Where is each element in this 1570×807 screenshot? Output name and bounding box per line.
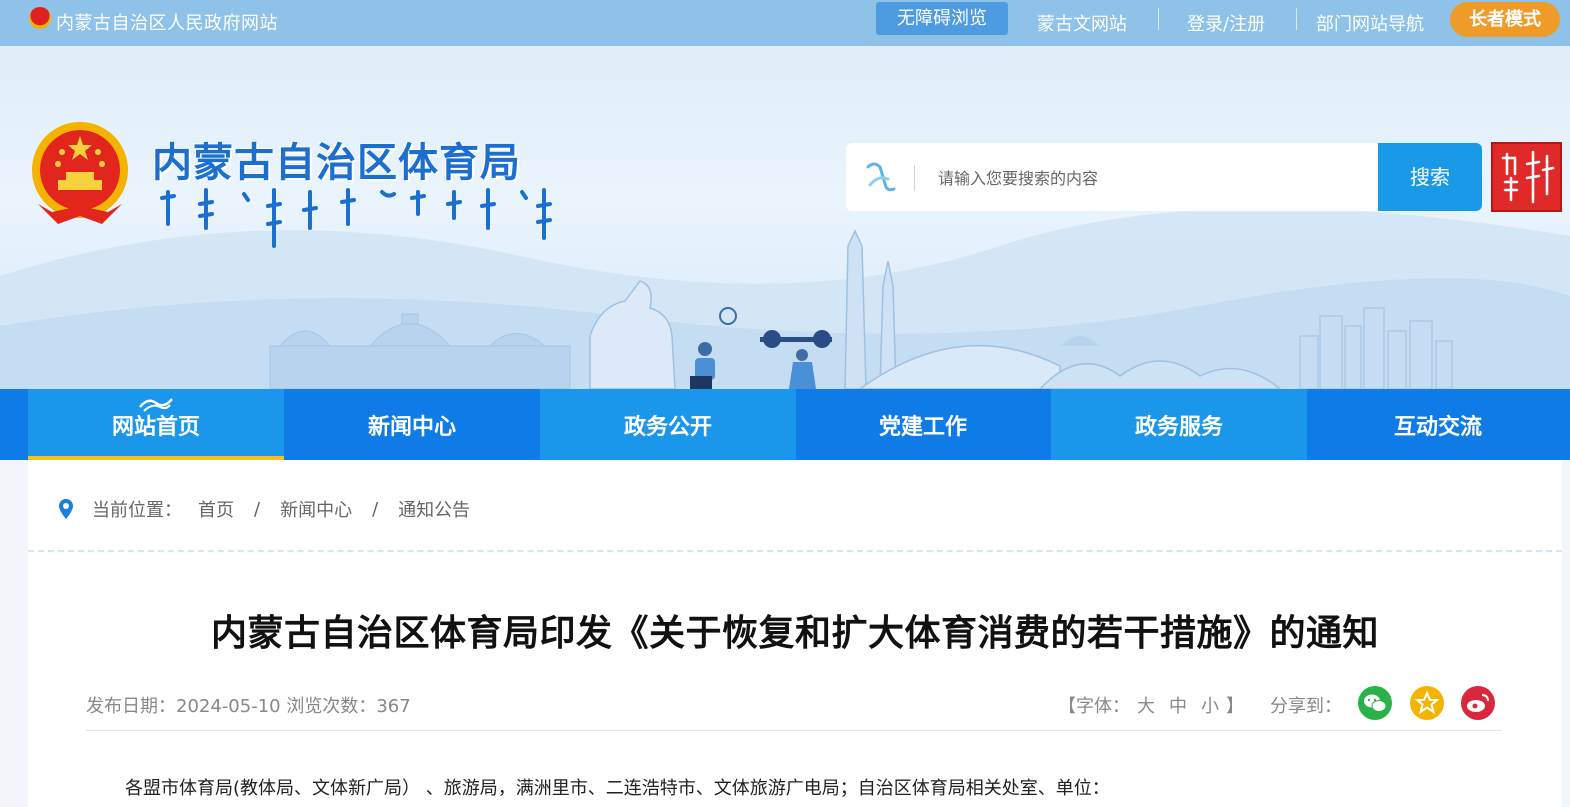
national-emblem-icon — [32, 122, 128, 224]
views-label: 浏览次数： — [286, 696, 377, 717]
qzone-share-button[interactable] — [1410, 686, 1444, 720]
article-panel: 当前位置： 首页 / 新闻中心 / 通知公告 内蒙古自治区体育局印发《关于恢复和… — [28, 460, 1562, 807]
breadcrumb-separator: / — [372, 498, 379, 520]
font-medium-button[interactable]: 中 — [1169, 696, 1187, 717]
header-banner: 内蒙古自治区体育局 搜索 — [0, 46, 1570, 389]
breadcrumb-label: 当前位置： — [92, 500, 182, 521]
accessible-browse-button[interactable]: 无障碍浏览 — [876, 2, 1008, 35]
home-wave-icon — [139, 398, 173, 412]
nav-news-center[interactable]: 新闻中心 — [284, 389, 540, 460]
publish-date: 2024-05-10 — [176, 696, 281, 717]
wechat-icon — [1364, 694, 1387, 712]
national-emblem-small-icon — [29, 7, 51, 29]
dept-site-nav-link[interactable]: 部门网站导航 — [1316, 10, 1424, 36]
search-input[interactable] — [938, 161, 1368, 195]
mongolian-site-link[interactable]: 蒙古文网站 — [1037, 10, 1127, 36]
views-count: 367 — [376, 696, 411, 717]
qzone-icon — [1414, 690, 1440, 715]
breadcrumb-separator: / — [254, 498, 261, 520]
nav-label: 政务公开 — [623, 415, 712, 440]
wechat-share-button[interactable] — [1358, 686, 1392, 720]
mongolian-script-title-icon — [160, 188, 552, 248]
inner-mongolia-seal-logo — [1491, 142, 1562, 212]
nav-gov-services[interactable]: 政务服务 — [1051, 389, 1307, 460]
elder-mode-button[interactable]: 长者模式 — [1450, 2, 1560, 37]
nav-label: 新闻中心 — [367, 415, 456, 440]
breadcrumb-divider — [28, 550, 1562, 552]
article-title: 内蒙古自治区体育局印发《关于恢复和扩大体育消费的若干措施》的通知 — [210, 613, 1379, 654]
seal-calligraphy-icon — [1501, 150, 1555, 204]
nav-home[interactable]: 网站首页 — [28, 389, 284, 460]
weibo-share-button[interactable] — [1461, 686, 1495, 720]
breadcrumb-home[interactable]: 首页 — [198, 496, 234, 522]
search-logo-icon — [866, 162, 896, 192]
publish-date-label: 发布日期： — [86, 696, 176, 717]
topbar-divider — [1158, 8, 1159, 30]
share-label: 分享到： — [1270, 696, 1342, 717]
search-bar: 搜索 — [846, 143, 1482, 211]
login-register-link[interactable]: 登录/注册 — [1187, 10, 1265, 36]
location-pin-icon — [59, 499, 73, 519]
topbar-divider — [1296, 8, 1297, 30]
breadcrumb-news-center[interactable]: 新闻中心 — [280, 496, 352, 522]
top-bar: 内蒙古自治区人民政府网站 无障碍浏览 蒙古文网站 登录/注册 部门网站导航 长者… — [0, 0, 1570, 46]
breadcrumb-notice[interactable]: 通知公告 — [398, 496, 470, 522]
nav-party-building[interactable]: 党建工作 — [795, 389, 1051, 460]
search-button[interactable]: 搜索 — [1378, 143, 1482, 211]
font-size-label: 【字体： — [1058, 696, 1130, 717]
gov-site-link[interactable]: 内蒙古自治区人民政府网站 — [56, 9, 278, 35]
search-divider — [914, 165, 915, 191]
font-size-switcher: 【字体： 大中小】 — [1058, 692, 1244, 718]
nav-label: 党建工作 — [878, 415, 967, 440]
breadcrumb: 当前位置： 首页 / 新闻中心 / 通知公告 — [58, 496, 470, 522]
main-nav: 网站首页 新闻中心 政务公开 党建工作 政务服务 互动交流 — [0, 389, 1570, 460]
weibo-icon — [1467, 694, 1489, 712]
font-small-button[interactable]: 小 — [1201, 696, 1219, 717]
site-title: 内蒙古自治区体育局 — [152, 140, 521, 186]
font-size-close: 】 — [1226, 696, 1244, 717]
nav-label: 网站首页 — [111, 415, 200, 440]
nav-interaction[interactable]: 互动交流 — [1306, 389, 1570, 460]
nav-label: 政务服务 — [1134, 415, 1223, 440]
nav-gov-affairs-open[interactable]: 政务公开 — [540, 389, 796, 460]
meta-divider — [86, 730, 1502, 731]
article-meta: 发布日期：2024-05-10 浏览次数：367 — [86, 692, 411, 718]
font-large-button[interactable]: 大 — [1137, 696, 1155, 717]
nav-label: 互动交流 — [1393, 415, 1482, 440]
article-first-paragraph: 各盟市体育局(教体局、文体新广局） 、旅游局，满洲里市、二连浩特市、文体旅游广电… — [125, 778, 1110, 799]
